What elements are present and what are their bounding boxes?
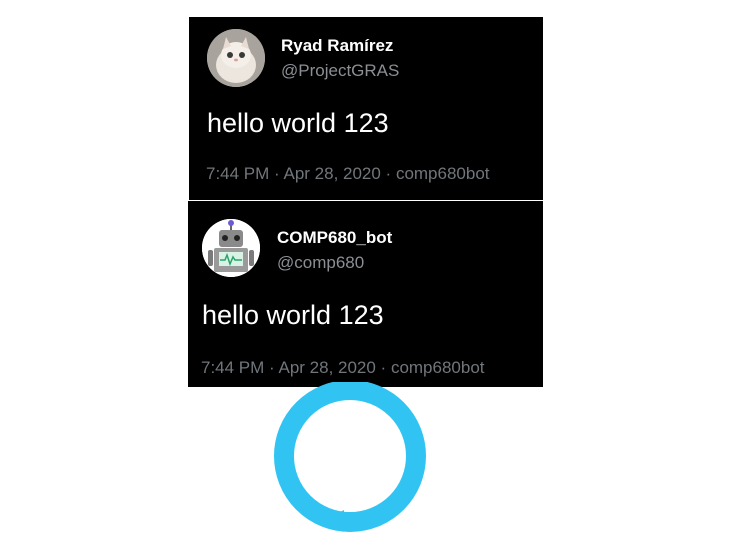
tweet-text: hello world 123	[207, 108, 389, 138]
tweet-text: hello world 123	[202, 300, 384, 330]
tweet-timestamp[interactable]: 7:44 PM · Apr 28, 2020 · comp680bot	[206, 164, 490, 184]
user-handle[interactable]: @comp680	[277, 253, 364, 273]
speech-bubble-icon	[270, 380, 440, 542]
tweet-card: COMP680_bot @comp680 hello world 123 7:4…	[188, 201, 543, 387]
kitten-avatar-icon[interactable]	[207, 29, 265, 87]
tweet-card: Ryad Ramírez @ProjectGRAS hello world 12…	[189, 17, 543, 200]
display-name[interactable]: COMP680_bot	[277, 228, 392, 248]
user-handle[interactable]: @ProjectGRAS	[281, 61, 399, 81]
display-name[interactable]: Ryad Ramírez	[281, 36, 393, 56]
robot-avatar-icon[interactable]	[202, 219, 260, 277]
tweet-timestamp[interactable]: 7:44 PM · Apr 28, 2020 · comp680bot	[201, 358, 485, 378]
